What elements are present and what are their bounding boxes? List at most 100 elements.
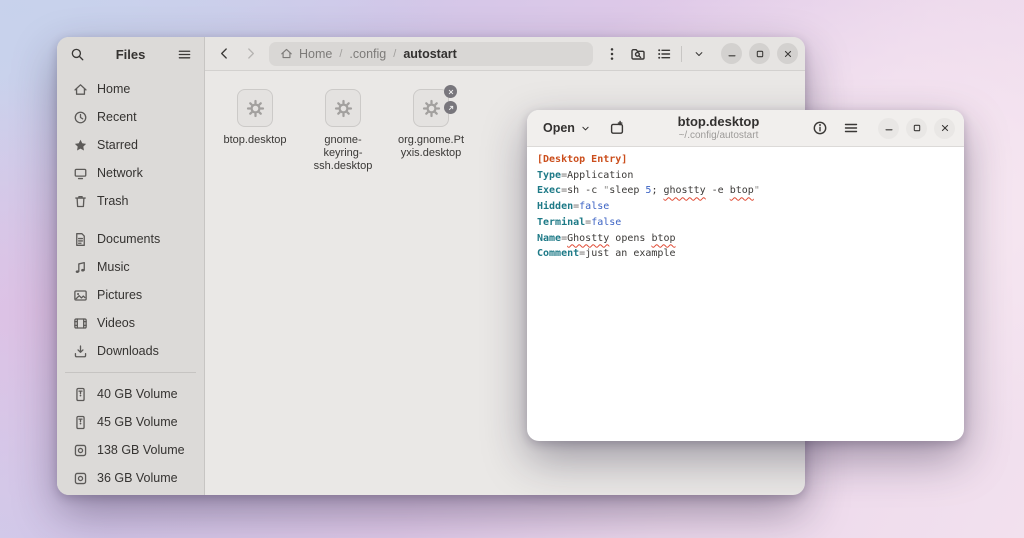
chevron-right-icon [243, 46, 258, 61]
sidebar-item-label: Downloads [97, 344, 159, 358]
code-editor[interactable]: [Desktop Entry]Type=ApplicationExec=sh -… [527, 147, 964, 441]
sidebar-groups: Home RecentStarred Network Trash Documents Mu… [57, 71, 204, 495]
maximize-button[interactable] [749, 43, 770, 64]
sidebar-item-home[interactable]: Home [65, 75, 196, 103]
emblem-stack [444, 85, 457, 114]
maximize-icon [754, 48, 766, 60]
maximize-button[interactable] [906, 118, 927, 139]
minimize-button[interactable] [878, 118, 899, 139]
info-icon [812, 120, 828, 136]
code-token: false [579, 201, 609, 212]
file-name-label: btop.desktop [224, 134, 287, 147]
close-button[interactable] [934, 118, 955, 139]
view-options-button[interactable] [687, 42, 711, 66]
sidebar-item-40-gb-volume[interactable]: 40 GB Volume [65, 380, 196, 408]
home-icon [280, 47, 293, 60]
pictures-icon [73, 288, 88, 303]
code-token: " [754, 185, 760, 196]
network-icon [73, 166, 88, 181]
sidebar-item-network[interactable]: Network [65, 159, 196, 187]
code-line: Comment=just an example [537, 246, 954, 262]
code-token: btop [730, 185, 754, 196]
sidebar-item-recent[interactable]: Recent [65, 103, 196, 131]
search-everywhere-button[interactable] [626, 42, 650, 66]
breadcrumb-segment-autostart[interactable]: autostart [403, 47, 456, 61]
code-token: false [591, 217, 621, 228]
sidebar-item-starred[interactable]: Starred [65, 131, 196, 159]
sidebar-item-label: Network [97, 166, 143, 180]
file-name-label: gnome-keyring-ssh.desktop [309, 134, 377, 173]
text-editor-window: Open btop.desktop ~/.config/autostart [527, 110, 964, 441]
sidebar-item-45-gb-volume[interactable]: 45 GB Volume [65, 408, 196, 436]
code-token: Exec [537, 185, 561, 196]
sidebar-item-label: Music [97, 260, 130, 274]
gear-icon [246, 99, 265, 118]
file-item-btop-desktop[interactable]: btop.desktop [215, 85, 295, 151]
sidebar-menu-button[interactable] [172, 42, 196, 66]
files-sidebar-header: Files [57, 37, 204, 71]
gear-icon [334, 99, 353, 118]
downloads-icon [73, 344, 88, 359]
minimize-icon [726, 48, 738, 60]
breadcrumb-label: Home [299, 47, 332, 61]
code-token: Ghostty [567, 233, 609, 244]
list-view-icon [656, 46, 672, 62]
document-info-button[interactable] [808, 116, 832, 140]
sidebar-item-documents[interactable]: Documents [65, 225, 196, 253]
close-button[interactable] [777, 43, 798, 64]
sidebar-item-label: Home [97, 82, 130, 96]
sidebar-item-music[interactable]: Music [65, 253, 196, 281]
code-token: Comment [537, 248, 579, 259]
usb-icon [73, 387, 88, 402]
sidebar-item-pictures[interactable]: Pictures [65, 281, 196, 309]
sidebar-group: Documents Music PicturesVideos Downloads [65, 225, 196, 365]
file-item-org-gnome-ptyxis-desktop[interactable]: org.gnome.Ptyxis.desktop [391, 85, 471, 164]
chevron-down-icon [693, 48, 705, 60]
open-button[interactable]: Open [536, 117, 598, 139]
sidebar-item-label: Documents [97, 232, 160, 246]
disk-icon [73, 471, 88, 486]
sidebar-item-videos[interactable]: Videos [65, 309, 196, 337]
files-headerbar: Home/.config/autostart [205, 37, 805, 71]
close-icon [782, 48, 794, 60]
editor-menu-button[interactable] [839, 116, 863, 140]
sidebar-item-36-gb-volume[interactable]: 36 GB Volume [65, 464, 196, 492]
document-path: ~/.config/autostart [636, 130, 801, 142]
new-tab-button[interactable] [605, 116, 629, 140]
close-icon [939, 122, 951, 134]
folder-search-icon [630, 46, 646, 62]
breadcrumb-label: autostart [403, 47, 456, 61]
breadcrumb-segment-home[interactable]: Home [280, 47, 332, 61]
sidebar-item-138-gb-volume[interactable]: 138 GB Volume [65, 436, 196, 464]
breadcrumb[interactable]: Home/.config/autostart [269, 42, 593, 66]
hamburger-menu-icon [843, 120, 859, 136]
chevron-left-icon [217, 46, 232, 61]
file-item-gnome-keyring-ssh-desktop[interactable]: gnome-keyring-ssh.desktop [303, 85, 383, 177]
chevron-down-icon [580, 123, 591, 134]
search-button[interactable] [65, 42, 89, 66]
code-token: sh -c [567, 185, 603, 196]
desktop-file-icon [237, 89, 273, 127]
code-token: Name [537, 233, 561, 244]
minimize-button[interactable] [721, 43, 742, 64]
view-toggle-button[interactable] [652, 42, 676, 66]
code-line: Type=Application [537, 168, 954, 184]
editor-headerbar: Open btop.desktop ~/.config/autostart [527, 110, 964, 147]
code-token: Type [537, 170, 561, 181]
code-line: Exec=sh -c "sleep 5; ghostty -e btop" [537, 183, 954, 199]
recent-icon [73, 110, 88, 125]
sidebar-item-label: Trash [97, 194, 129, 208]
code-token: opens [609, 233, 651, 244]
music-icon [73, 260, 88, 275]
sidebar-item-trash[interactable]: Trash [65, 187, 196, 215]
files-sidebar: Files Home RecentStarred Network Trash Docum… [57, 37, 205, 495]
search-icon [70, 47, 85, 62]
breadcrumb-segment-config[interactable]: .config [349, 47, 386, 61]
home-icon [73, 82, 88, 97]
sidebar-item-downloads[interactable]: Downloads [65, 337, 196, 365]
path-options-button[interactable] [600, 42, 624, 66]
document-title: btop.desktop [636, 115, 801, 130]
back-button[interactable] [212, 42, 236, 66]
forward-button[interactable] [238, 42, 262, 66]
hamburger-menu-icon [177, 47, 192, 62]
